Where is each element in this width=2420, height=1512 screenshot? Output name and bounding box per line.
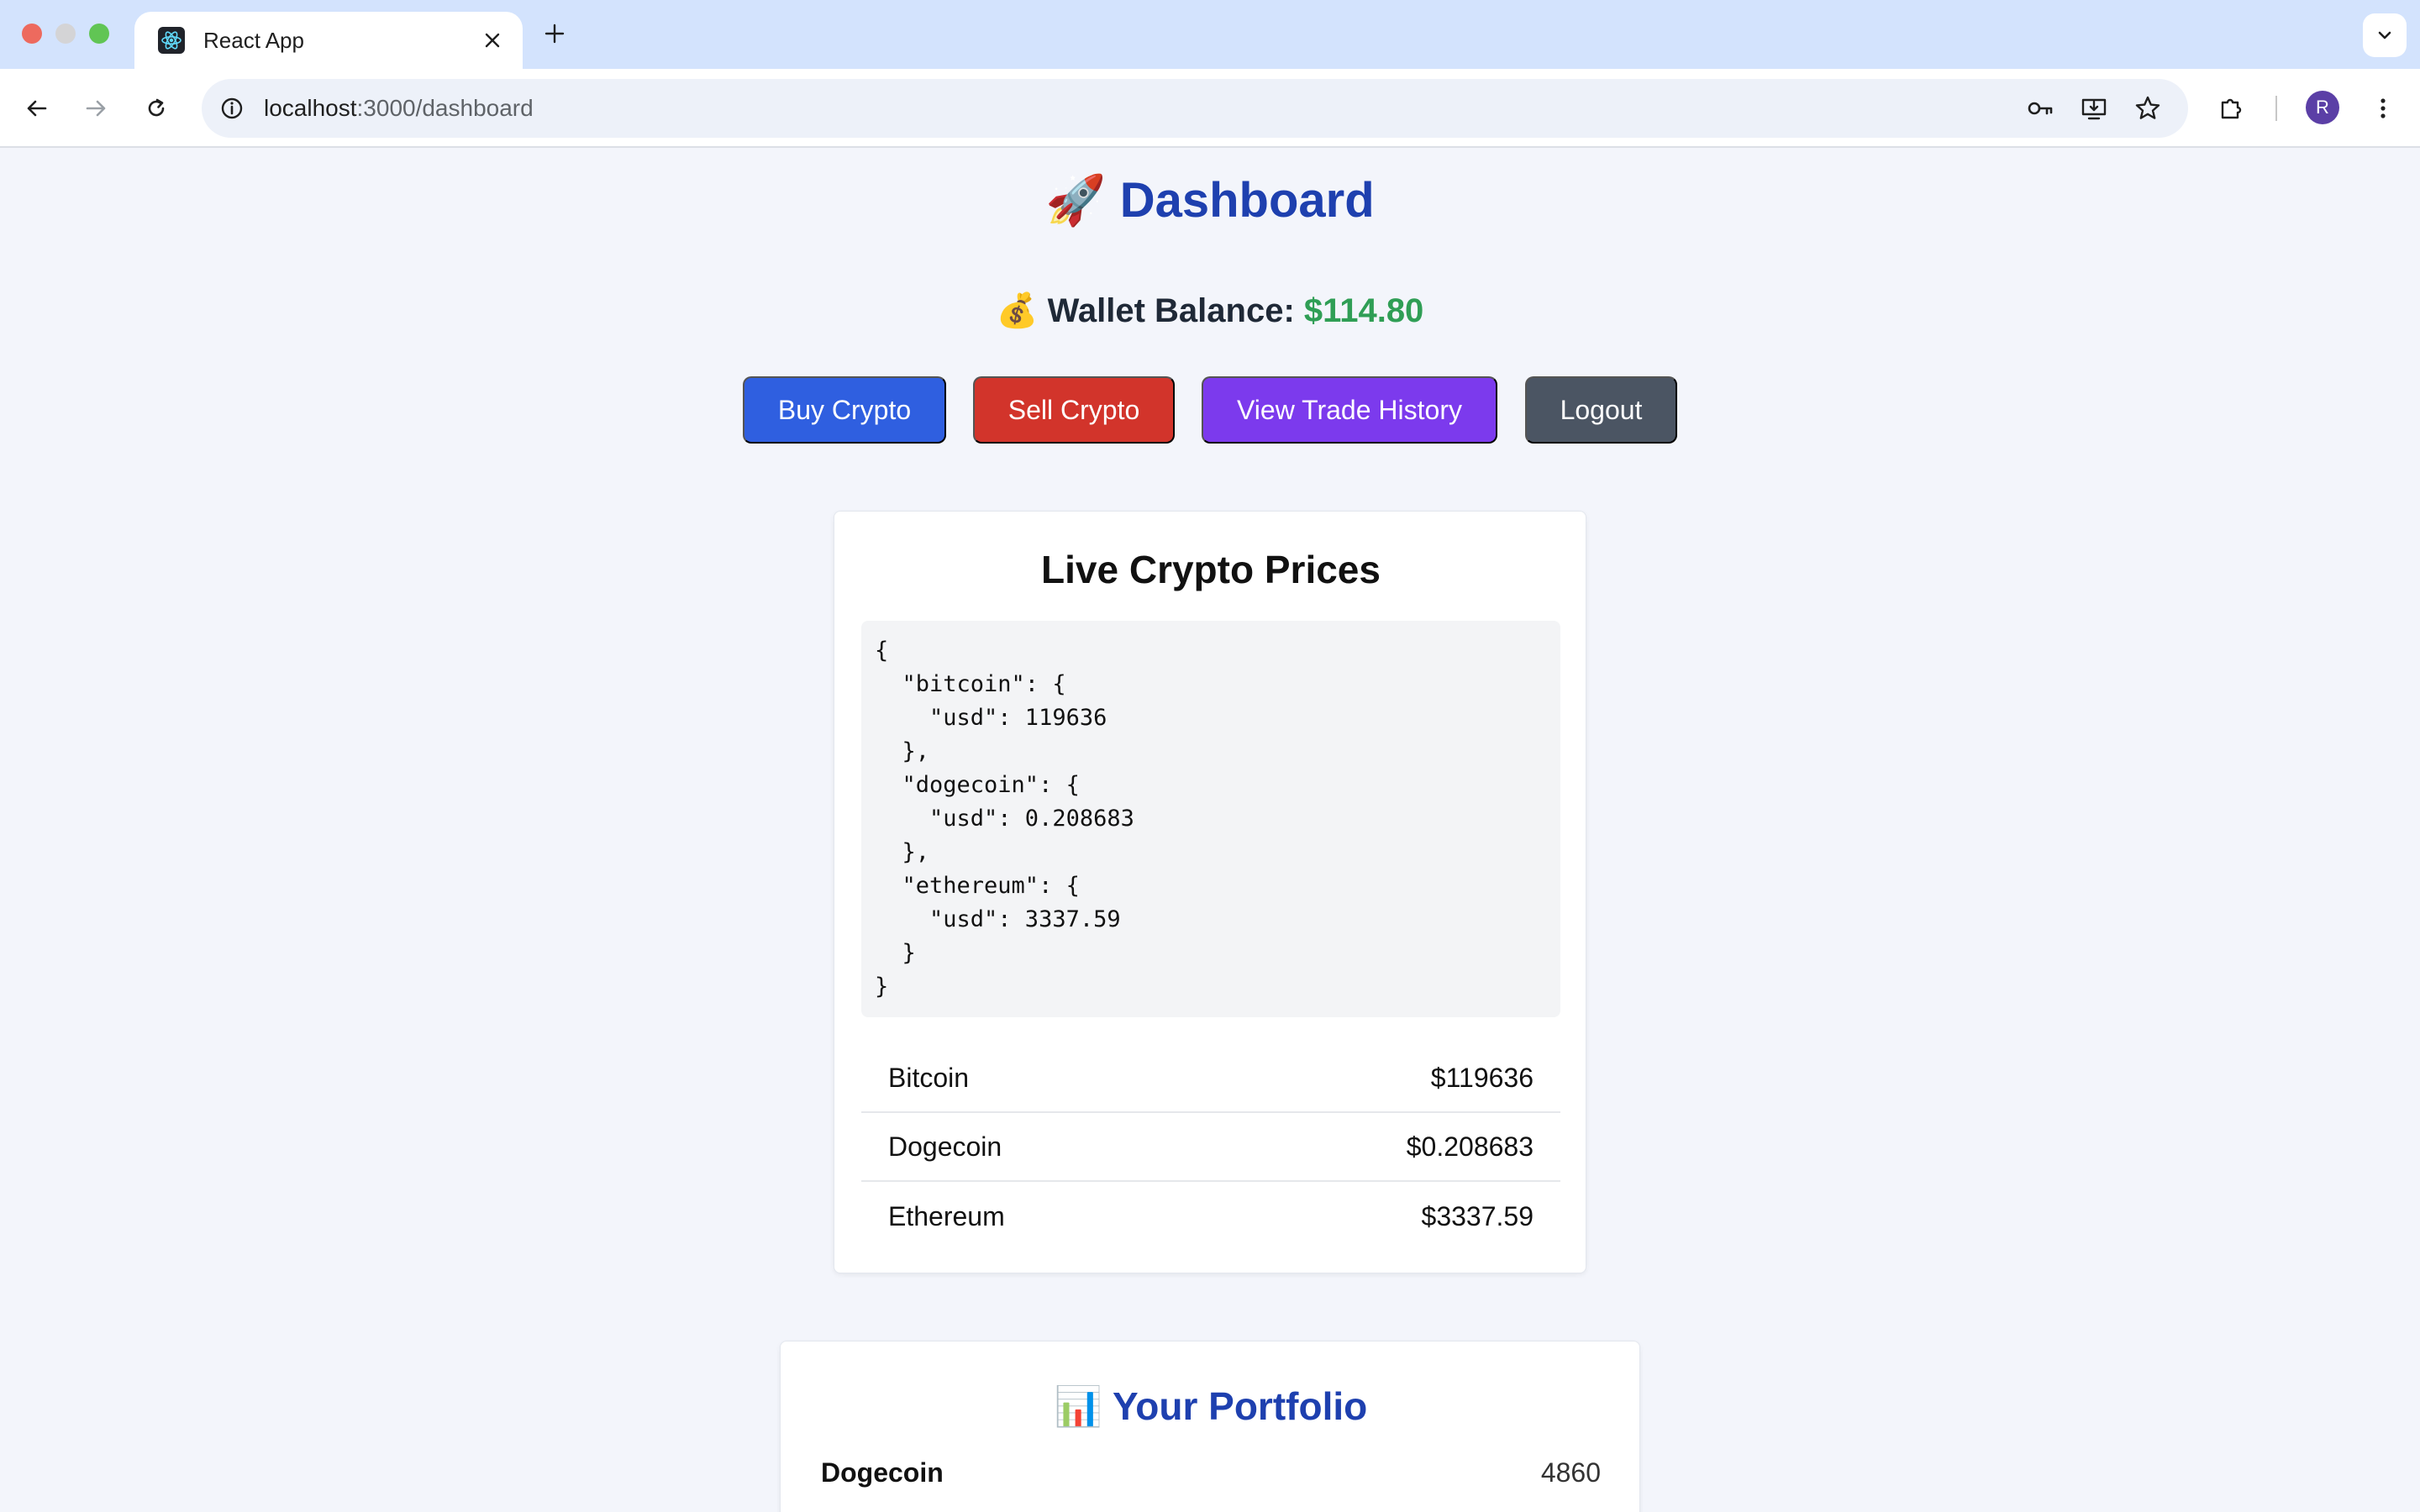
toolbar-divider (2275, 96, 2277, 121)
site-info-icon[interactable] (215, 92, 249, 125)
buy-crypto-button[interactable]: Buy Crypto (743, 376, 946, 444)
reload-icon[interactable] (136, 88, 176, 129)
price-list: Bitcoin $119636 Dogecoin $0.208683 Ether… (861, 1044, 1560, 1251)
prices-json-block: { "bitcoin": { "usd": 119636 }, "dogecoi… (861, 621, 1560, 1017)
wallet-amount: $114.80 (1303, 292, 1424, 329)
view-trade-history-button[interactable]: View Trade History (1202, 376, 1497, 444)
list-item: Dogecoin $0.208683 (861, 1113, 1560, 1182)
wallet-label: Wallet Balance: (1047, 292, 1295, 329)
star-icon[interactable] (2131, 92, 2165, 125)
tab-search-chevron-down-icon[interactable] (2363, 13, 2407, 57)
portfolio-title: 📊 Your Portfolio (1054, 1383, 1368, 1429)
puzzle-icon[interactable] (2212, 88, 2252, 129)
close-window-button[interactable] (22, 24, 42, 44)
live-prices-title: Live Crypto Prices (1041, 548, 1381, 591)
back-arrow-icon[interactable] (17, 88, 57, 129)
list-item: Bitcoin $119636 (861, 1044, 1560, 1113)
new-tab-icon[interactable] (538, 17, 571, 50)
list-item: Ethereum $3337.59 (861, 1182, 1560, 1251)
forward-arrow-icon[interactable] (76, 88, 116, 129)
holding-quantity: 4860 (1540, 1457, 1601, 1488)
address-bar[interactable]: localhost:3000/dashboard (202, 79, 2188, 138)
list-item: Dogecoin 4860 (821, 1457, 1601, 1488)
kebab-menu-icon[interactable] (2363, 88, 2403, 129)
wallet-balance: 💰 Wallet Balance: $114.80 (0, 291, 2420, 330)
tab-react-app[interactable]: React App (134, 12, 523, 69)
maximize-window-button[interactable] (89, 24, 109, 44)
coin-price: $3337.59 (1421, 1200, 1534, 1231)
coin-name: Bitcoin (888, 1062, 970, 1093)
sell-crypto-button[interactable]: Sell Crypto (973, 376, 1175, 444)
page-title: 🚀 Dashboard (1045, 171, 1375, 228)
key-icon[interactable] (2023, 92, 2057, 125)
holding-name: Dogecoin (821, 1457, 944, 1488)
close-tab-icon[interactable] (476, 24, 509, 57)
minimize-window-button[interactable] (55, 24, 76, 44)
profile-avatar[interactable]: R (2306, 91, 2339, 124)
install-icon[interactable] (2077, 92, 2111, 125)
url-text: localhost:3000/dashboard (264, 95, 534, 121)
tab-title: React App (203, 28, 304, 53)
tab-strip: React App (0, 0, 2420, 69)
bar-chart-icon: 📊 (1054, 1383, 1103, 1429)
logout-button[interactable]: Logout (1525, 376, 1677, 444)
coin-price: $119636 (1430, 1062, 1534, 1093)
dashboard-page: 🚀 Dashboard 💰 Wallet Balance: $114.80 Bu… (0, 148, 2420, 1512)
live-prices-card: Live Crypto Prices { "bitcoin": { "usd":… (834, 511, 1586, 1273)
browser-toolbar: localhost:3000/dashboard (0, 69, 2420, 148)
react-logo-icon (158, 27, 185, 54)
coin-name: Ethereum (888, 1200, 1005, 1231)
coin-name: Dogecoin (888, 1131, 1002, 1162)
rocket-icon: 🚀 (1045, 171, 1107, 228)
coin-price: $0.208683 (1406, 1131, 1534, 1162)
portfolio-card: 📊 Your Portfolio Dogecoin 4860 (780, 1341, 1640, 1512)
money-bag-icon: 💰 (996, 291, 1039, 330)
